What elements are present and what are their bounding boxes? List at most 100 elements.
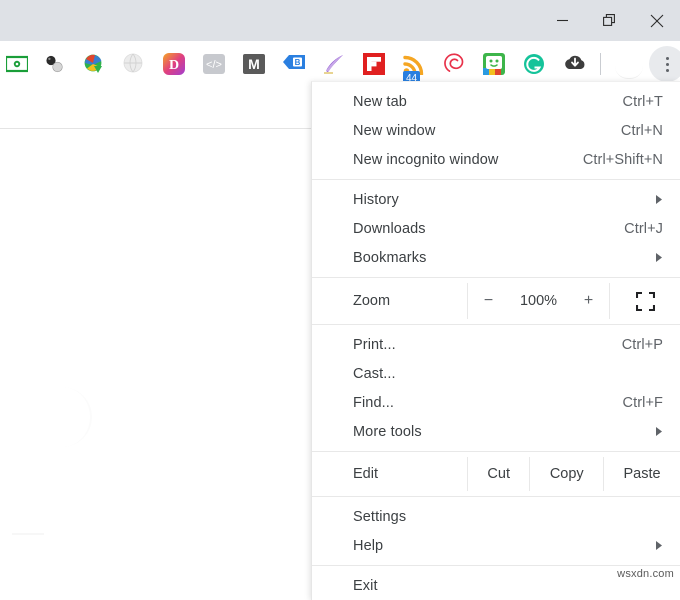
menu-item-shortcut: Ctrl+N: [620, 122, 663, 139]
menu-item-label: Find...: [353, 394, 394, 411]
menu-item-find[interactable]: Find... Ctrl+F: [312, 388, 680, 417]
chrome-menu-button[interactable]: [649, 46, 680, 82]
toolbar-divider: [600, 53, 601, 75]
menu-item-label: Settings: [353, 508, 407, 525]
menu-item-settings[interactable]: Settings: [312, 502, 680, 531]
menu-group-settings: Settings Help: [312, 502, 680, 560]
menu-separator: [312, 277, 680, 278]
menu-separator: [312, 451, 680, 452]
menu-item-shortcut: Ctrl+J: [624, 220, 663, 237]
svg-text:B: B: [295, 58, 301, 67]
smiley-square-glyph: [483, 53, 505, 75]
menu-item-new-tab[interactable]: New tab Ctrl+T: [312, 87, 680, 116]
zoom-controls: − 100% +: [467, 283, 610, 319]
menu-group-new: New tab Ctrl+T New window Ctrl+N New inc…: [312, 87, 680, 174]
menu-dot-middle: [665, 62, 669, 66]
download-cloud-glyph: [563, 53, 585, 75]
menu-item-cast[interactable]: Cast...: [312, 359, 680, 388]
menu-row-zoom: Zoom − 100% +: [312, 283, 680, 319]
letter-m-extension-icon[interactable]: M: [234, 41, 274, 87]
chrome-main-menu: New tab Ctrl+T New window Ctrl+N New inc…: [311, 81, 680, 600]
menu-item-new-window[interactable]: New window Ctrl+N: [312, 116, 680, 145]
title-bar: [0, 0, 680, 41]
flipboard-glyph: [363, 53, 385, 75]
menu-item-shortcut: Ctrl+Shift+N: [582, 151, 663, 168]
faint-page-artifact-line: [12, 533, 44, 535]
close-button[interactable]: [633, 0, 680, 41]
menu-item-label: Bookmarks: [353, 249, 427, 266]
page-horizontal-rule: [0, 128, 311, 129]
browser-window: D </> M B 44 New tab Ctrl+T New window C…: [0, 0, 680, 600]
restore-icon: [602, 13, 615, 26]
internet-download-manager-icon[interactable]: [74, 41, 114, 87]
zoom-in-button[interactable]: +: [580, 292, 598, 310]
gray-sphere-extension-icon[interactable]: [114, 41, 154, 87]
fullscreen-button[interactable]: [610, 283, 680, 319]
menu-item-shortcut: Ctrl+F: [622, 394, 663, 411]
menu-item-print[interactable]: Print... Ctrl+P: [312, 330, 680, 359]
menu-item-downloads[interactable]: Downloads Ctrl+J: [312, 214, 680, 243]
edit-action-cut[interactable]: Cut: [467, 457, 529, 491]
molecule-glyph: [43, 53, 65, 75]
submenu-arrow-icon: [653, 427, 663, 436]
menu-item-label: Cast...: [353, 365, 396, 382]
menu-item-history[interactable]: History: [312, 185, 680, 214]
cash-glyph: [4, 53, 30, 75]
svg-text:</>: </>: [206, 59, 222, 71]
menu-dot-top: [665, 56, 669, 60]
letter-m-glyph: M: [243, 53, 265, 75]
zoom-label: Zoom: [353, 293, 391, 309]
submenu-arrow-icon: [653, 253, 663, 262]
svg-text:M: M: [248, 56, 260, 72]
blue-tag-glyph: B: [283, 53, 305, 75]
menu-item-label: Print...: [353, 336, 396, 353]
spiral-glyph: [443, 53, 465, 75]
menu-row-edit: Edit Cut Copy Paste: [312, 457, 680, 491]
minimize-button[interactable]: [539, 0, 586, 41]
menu-separator: [312, 179, 680, 180]
letter-d-glyph: D: [163, 53, 185, 75]
gray-sphere-glyph: [123, 53, 145, 75]
menu-item-label: New tab: [353, 93, 407, 110]
restore-button[interactable]: [586, 0, 633, 41]
watermark: wsxdn.com: [617, 568, 674, 580]
faint-page-artifact-curve: [60, 387, 92, 447]
grammarly-glyph: [523, 53, 545, 75]
edit-label: Edit: [353, 466, 378, 482]
code-tags-glyph: </>: [203, 53, 225, 75]
close-icon: [650, 14, 663, 27]
submenu-arrow-icon: [653, 541, 663, 550]
fullscreen-icon: [635, 291, 655, 311]
edit-action-paste[interactable]: Paste: [603, 457, 680, 491]
code-tags-extension-icon[interactable]: </>: [194, 41, 234, 87]
purple-quill-glyph: [323, 53, 345, 75]
molecule-extension-icon[interactable]: [34, 41, 74, 87]
menu-item-label: More tools: [353, 423, 422, 440]
menu-item-bookmarks[interactable]: Bookmarks: [312, 243, 680, 272]
menu-item-shortcut: Ctrl+T: [622, 93, 663, 110]
zoom-level-value: 100%: [519, 293, 558, 309]
letter-d-extension-icon[interactable]: D: [154, 41, 194, 87]
edit-action-copy[interactable]: Copy: [529, 457, 603, 491]
window-controls: [539, 0, 680, 41]
menu-separator: [312, 496, 680, 497]
cash-extension-icon[interactable]: [0, 41, 34, 87]
menu-item-shortcut: Ctrl+P: [621, 336, 663, 353]
blue-tag-extension-icon[interactable]: B: [274, 41, 314, 87]
menu-item-label: New incognito window: [353, 151, 499, 168]
menu-item-new-incognito-window[interactable]: New incognito window Ctrl+Shift+N: [312, 145, 680, 174]
menu-separator: [312, 324, 680, 325]
menu-item-label: Help: [353, 537, 384, 554]
submenu-arrow-icon: [653, 195, 663, 204]
menu-dot-bottom: [665, 68, 669, 72]
menu-group-tools: Print... Ctrl+P Cast... Find... Ctrl+F M…: [312, 330, 680, 446]
profile-avatar[interactable]: [611, 46, 647, 82]
minimize-icon: [557, 19, 568, 22]
menu-item-more-tools[interactable]: More tools: [312, 417, 680, 446]
menu-group-browsing: History Downloads Ctrl+J Bookmarks: [312, 185, 680, 272]
menu-item-label: Downloads: [353, 220, 426, 237]
menu-separator: [312, 565, 680, 566]
idm-globe-glyph: [83, 53, 105, 75]
menu-item-help[interactable]: Help: [312, 531, 680, 560]
zoom-out-button[interactable]: −: [480, 292, 498, 310]
